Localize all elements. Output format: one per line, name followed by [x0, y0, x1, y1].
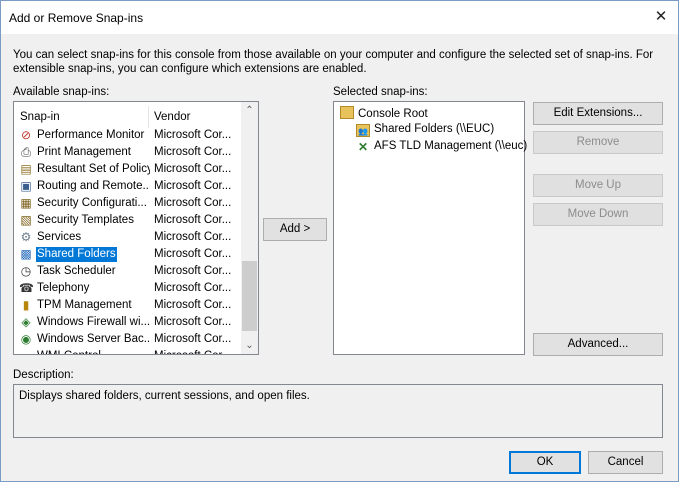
title-bar: Add or Remove Snap-ins ✕ — [1, 1, 678, 33]
snapin-name: Telephony — [37, 282, 90, 294]
description-label: Description: — [13, 369, 74, 381]
snapin-row[interactable]: ▤ Resultant Set of Policy Microsoft Cor... — [14, 161, 240, 178]
snapin-row[interactable]: ☎ Telephony Microsoft Cor... — [14, 280, 240, 297]
shared-folders-icon: ▩ — [20, 247, 32, 261]
telephony-icon: ☎ — [19, 281, 34, 295]
security-config-icon: ▦ — [20, 196, 32, 210]
snapin-row[interactable]: ▮ TPM Management Microsoft Cor... — [14, 297, 240, 314]
shared-folders-icon: 👥 — [356, 124, 370, 137]
snapin-vendor: Microsoft Cor... — [154, 197, 232, 209]
dialog-client-area: You can select snap-ins for this console… — [1, 34, 678, 481]
tree-node-label: AFS TLD Management (\\euc) — [374, 140, 528, 152]
snapin-name: Shared Folders — [36, 247, 117, 262]
server-backup-icon: ◉ — [20, 332, 32, 346]
list-header: Snap-in Vendor — [14, 102, 240, 130]
edit-extensions-button[interactable]: Edit Extensions... — [533, 102, 663, 125]
snapin-row[interactable]: ◷ Task Scheduler Microsoft Cor... — [14, 263, 240, 280]
snapin-name: Performance Monitor — [37, 129, 145, 141]
snapin-name: Security Configurati... — [37, 197, 147, 209]
column-divider[interactable] — [148, 106, 149, 128]
snapin-row[interactable]: ⎙ Print Management Microsoft Cor... — [14, 144, 240, 161]
snapin-vendor: Microsoft Cor... — [154, 282, 232, 294]
snapin-name: Routing and Remote... — [37, 180, 150, 192]
snapin-row[interactable]: ▦ Security Configurati... Microsoft Cor... — [14, 195, 240, 212]
tpm-chip-icon: ▮ — [22, 298, 30, 312]
advanced-button[interactable]: Advanced... — [533, 333, 663, 356]
snapin-vendor: Microsoft Cor... — [154, 214, 232, 226]
snapin-vendor: Microsoft Cor... — [154, 333, 232, 345]
wmi-icon: ▪ — [19, 349, 33, 354]
snapin-vendor: Microsoft Cor... — [154, 265, 232, 277]
remove-button[interactable]: Remove — [533, 131, 663, 154]
move-up-button[interactable]: Move Up — [533, 174, 663, 197]
selected-snapins-tree[interactable]: Console Root 👥 Shared Folders (\\EUC) ✕ AF… — [333, 101, 527, 355]
snapin-row[interactable]: ⚙ Services Microsoft Cor... — [14, 229, 240, 246]
window-title: Add or Remove Snap-ins — [9, 11, 144, 25]
services-gear-icon: ⚙ — [20, 230, 32, 244]
snapin-name: Windows Server Bac... — [37, 333, 150, 345]
snapin-row[interactable]: ◉ Windows Server Bac... Microsoft Cor... — [14, 331, 240, 348]
snapin-row[interactable]: ◈ Windows Firewall wi... Microsoft Cor... — [14, 314, 240, 331]
tree-node-label: Shared Folders (\\EUC) — [374, 123, 495, 135]
scroll-down-arrow-icon[interactable]: ⌄ — [241, 337, 258, 354]
snapin-rows: ⊘ Performance Monitor Microsoft Cor... ⎙ Pri… — [14, 127, 240, 354]
description-box: Displays shared folders, current session… — [13, 384, 663, 438]
snapin-vendor: Microsoft Cor... — [154, 129, 232, 141]
cancel-button[interactable]: Cancel — [588, 451, 663, 474]
close-icon[interactable]: ✕ — [650, 5, 672, 27]
snapin-name: Windows Firewall wi... — [37, 316, 150, 328]
snapin-vendor: Microsoft Cor... — [154, 248, 232, 260]
firewall-icon: ◈ — [21, 315, 31, 329]
add-button[interactable]: Add > — [263, 218, 327, 241]
scroll-up-arrow-icon[interactable]: ⌃ — [241, 102, 258, 119]
tree-node-label: Console Root — [358, 108, 428, 120]
selected-snapins-label: Selected snap-ins: — [333, 86, 428, 98]
snapin-name: Resultant Set of Policy — [37, 163, 150, 175]
snapin-vendor: Microsoft Cor... — [154, 163, 232, 175]
available-snapins-list[interactable]: Snap-in Vendor ⊘ Performance Monitor Micro… — [13, 101, 259, 355]
tree-node-console-root[interactable]: Console Root — [340, 106, 428, 120]
intro-text: You can select snap-ins for this console… — [13, 49, 654, 75]
ok-button[interactable]: OK — [509, 451, 581, 474]
column-header-snapin[interactable]: Snap-in — [20, 111, 60, 123]
snapin-row[interactable]: ▧ Security Templates Microsoft Cor... — [14, 212, 240, 229]
snapin-name: Services — [37, 231, 82, 243]
snapin-row[interactable]: ⊘ Performance Monitor Microsoft Cor... — [14, 127, 240, 144]
snapin-name: WMI Control — [36, 349, 150, 354]
afs-tld-icon: ✕ — [357, 140, 369, 154]
snapin-vendor: Microsoft Cor... — [154, 316, 232, 328]
snapin-vendor: Microsoft Cor... — [154, 180, 232, 192]
tree-node-shared-folders[interactable]: 👥 Shared Folders (\\EUC) — [356, 123, 494, 137]
column-header-vendor[interactable]: Vendor — [154, 111, 190, 123]
scrollbar-thumb[interactable] — [242, 261, 257, 331]
clock-icon: ◷ — [20, 264, 32, 278]
snapin-name: Task Scheduler — [37, 265, 116, 277]
snapin-row[interactable]: ▪WMI Control Microsoft Cor... — [14, 348, 240, 354]
security-template-icon: ▧ — [20, 213, 32, 227]
snapin-row[interactable]: ▣ Routing and Remote... Microsoft Cor... — [14, 178, 240, 195]
performance-monitor-icon: ⊘ — [20, 128, 32, 142]
snapin-name: Print Management — [37, 146, 131, 158]
snapin-vendor: Microsoft Cor... — [154, 146, 232, 158]
description-text: Displays shared folders, current session… — [19, 390, 310, 402]
policy-document-icon: ▤ — [20, 162, 32, 176]
tree-node-afs-tld-management[interactable]: ✕ AFS TLD Management (\\euc) — [356, 140, 527, 154]
snapin-name: Security Templates — [37, 214, 134, 226]
list-scrollbar[interactable]: ⌃ ⌄ — [241, 102, 258, 354]
snapin-vendor: Microsoft Cor... — [154, 231, 232, 243]
routing-icon: ▣ — [20, 179, 32, 193]
snapin-row[interactable]: ▩ Shared Folders Microsoft Cor... — [14, 246, 240, 263]
snapin-vendor: Microsoft Cor... — [154, 349, 231, 354]
add-remove-snapins-dialog: Add or Remove Snap-ins ✕ You can select … — [0, 0, 679, 482]
snapin-vendor: Microsoft Cor... — [154, 299, 232, 311]
console-root-folder-icon — [340, 106, 354, 119]
snapin-name: TPM Management — [37, 299, 132, 311]
available-snapins-label: Available snap-ins: — [13, 86, 110, 98]
printer-icon: ⎙ — [21, 145, 31, 159]
move-down-button[interactable]: Move Down — [533, 203, 663, 226]
